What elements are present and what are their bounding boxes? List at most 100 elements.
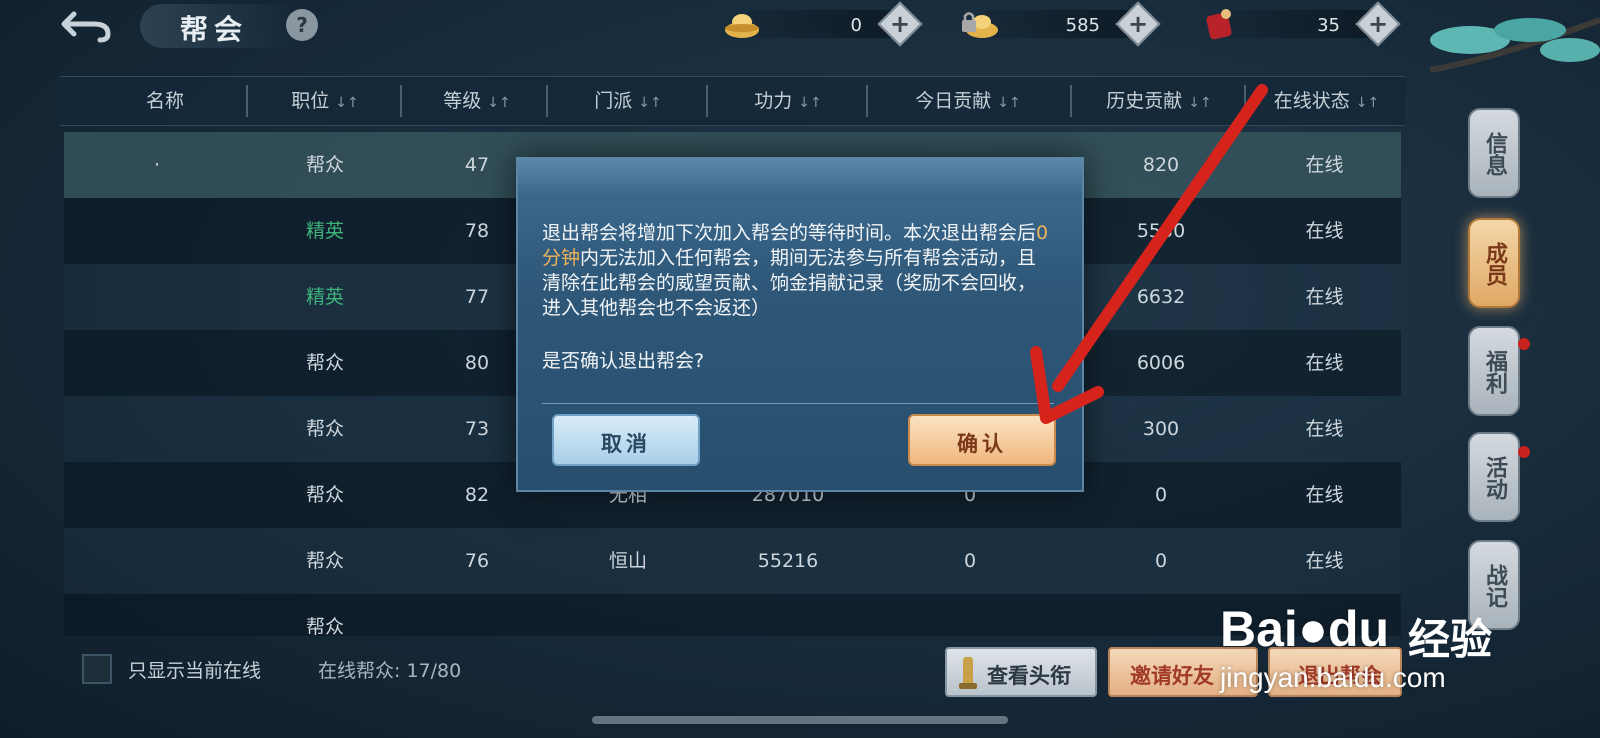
cell-role: 帮众: [305, 154, 344, 176]
confirm-label: 确认: [957, 432, 1007, 456]
cell-status: 在线: [1305, 484, 1344, 506]
sort-icon: ↓↑: [487, 95, 511, 111]
tab-members-label: 成员: [1482, 242, 1507, 286]
currency-red-pouch: 35 +: [1200, 1, 1401, 47]
tab-battle-records[interactable]: 战记: [1468, 540, 1520, 630]
sort-icon: ↓↑: [638, 95, 662, 111]
cell-power: [710, 594, 866, 636]
tab-info[interactable]: 信息: [1468, 108, 1520, 198]
plus-icon: +: [1127, 10, 1149, 38]
cell-today: 0: [963, 550, 977, 572]
add-currency-button[interactable]: +: [1355, 1, 1401, 47]
tab-welfare-label: 福利: [1482, 350, 1507, 394]
column-divider: [400, 85, 402, 117]
confirm-button[interactable]: 确认: [908, 414, 1056, 466]
plus-icon: +: [889, 10, 911, 38]
column-header-name[interactable]: 名称: [60, 77, 270, 125]
cancel-button[interactable]: 取消: [552, 414, 700, 466]
cell-name: [64, 594, 250, 636]
cell-name: [64, 330, 250, 396]
cell-history: 820: [1142, 154, 1180, 176]
help-icon[interactable]: ?: [286, 9, 318, 41]
table-row[interactable]: 帮众 76 恒山 55216 0 0 在线: [64, 528, 1401, 594]
online-member-count: 在线帮众: 17/80: [318, 660, 462, 682]
cell-status: 在线: [1305, 352, 1344, 374]
sort-icon: ↓↑: [997, 95, 1021, 111]
currency-bound-ingot: 585 +: [960, 1, 1161, 47]
back-arrow-icon[interactable]: [60, 6, 116, 44]
cell-status: 在线: [1305, 154, 1344, 176]
invite-friends-button[interactable]: 邀请好友: [1108, 647, 1258, 697]
cell-history: 5530: [1136, 220, 1186, 242]
plus-icon: +: [1367, 10, 1389, 38]
cell-name: [64, 396, 250, 462]
cell-role: 帮众: [305, 616, 344, 636]
online-only-label: 只显示当前在线: [128, 660, 262, 682]
page-title: 帮会: [180, 13, 249, 46]
column-divider: [546, 85, 548, 117]
cell-status: [1248, 594, 1401, 636]
cell-role: 帮众: [305, 352, 344, 374]
column-divider: [1070, 85, 1072, 117]
invite-friends-label: 邀请好友: [1130, 664, 1214, 688]
table-row[interactable]: 帮众: [64, 594, 1401, 636]
column-header-history-contribution[interactable]: 历史贡献 ↓↑: [1074, 77, 1244, 125]
view-titles-button[interactable]: 查看头衔: [945, 647, 1097, 697]
currency-value: 585: [1065, 15, 1100, 36]
tab-info-label: 信息: [1482, 132, 1507, 176]
cell-name: [64, 264, 250, 330]
exit-guild-confirm-dialog: 退出帮会将增加下次加入帮会的等待时间。本次退出帮会后0分钟内无法加入任何帮会，期…: [516, 157, 1084, 492]
notification-dot: [1518, 446, 1530, 458]
cell-today: [870, 594, 1070, 636]
cell-status: 在线: [1305, 418, 1344, 440]
dialog-header-band: [518, 159, 1082, 195]
cell-history: 0: [1154, 550, 1168, 572]
cell-level: [404, 594, 550, 636]
tab-members[interactable]: 成员: [1468, 218, 1520, 308]
cell-status: 在线: [1305, 220, 1344, 242]
sort-icon: ↓↑: [798, 95, 822, 111]
cell-status: 在线: [1305, 286, 1344, 308]
cell-name: [64, 462, 250, 528]
add-currency-button[interactable]: +: [877, 1, 923, 47]
cell-name: [64, 198, 250, 264]
online-only-checkbox[interactable]: [82, 654, 112, 684]
table-header: 名称 职位 ↓↑ 等级 ↓↑ 门派 ↓↑ 功力 ↓↑ 今日贡献 ↓↑ 历史贡献 ↓↑ 在线状…: [60, 76, 1405, 126]
tab-welfare[interactable]: 福利: [1468, 326, 1520, 416]
cell-role: 帮众: [305, 484, 344, 506]
cell-history: 300: [1142, 418, 1180, 440]
column-header-school[interactable]: 门派 ↓↑: [550, 77, 706, 125]
currency-value: 0: [850, 15, 862, 36]
column-divider: [866, 85, 868, 117]
scroll-icon: [959, 657, 977, 689]
cancel-label: 取消: [601, 432, 651, 456]
cell-role: 帮众: [305, 550, 344, 572]
column-divider: [706, 85, 708, 117]
column-divider: [1244, 85, 1246, 117]
column-header-today-contribution[interactable]: 今日贡献 ↓↑: [870, 77, 1066, 125]
cell-status: 在线: [1305, 550, 1344, 572]
cell-role: 精英: [305, 286, 344, 308]
sort-icon: ↓↑: [1188, 95, 1212, 111]
home-indicator[interactable]: [592, 716, 1008, 724]
cell-power: 55216: [757, 550, 819, 572]
column-divider: [246, 85, 248, 117]
exit-guild-button[interactable]: 退出帮会: [1268, 647, 1402, 697]
cell-name: ·: [153, 154, 161, 176]
add-currency-button[interactable]: +: [1115, 1, 1161, 47]
column-header-role[interactable]: 职位 ↓↑: [250, 77, 400, 125]
cell-history: 6006: [1136, 352, 1186, 374]
tab-activities[interactable]: 活动: [1468, 432, 1520, 522]
column-header-level[interactable]: 等级 ↓↑: [404, 77, 550, 125]
column-header-online-status[interactable]: 在线状态 ↓↑: [1248, 77, 1405, 125]
cell-history: [1074, 594, 1248, 636]
column-header-power[interactable]: 功力 ↓↑: [710, 77, 866, 125]
dialog-divider: [542, 403, 1054, 404]
cell-name: [64, 528, 250, 594]
currency-value: 35: [1317, 15, 1340, 36]
cell-level: 76: [464, 550, 490, 572]
tab-activities-label: 活动: [1482, 456, 1507, 500]
ingot-icon: [722, 6, 762, 42]
cell-history: 0: [1154, 484, 1168, 506]
cell-history: 6632: [1136, 286, 1186, 308]
